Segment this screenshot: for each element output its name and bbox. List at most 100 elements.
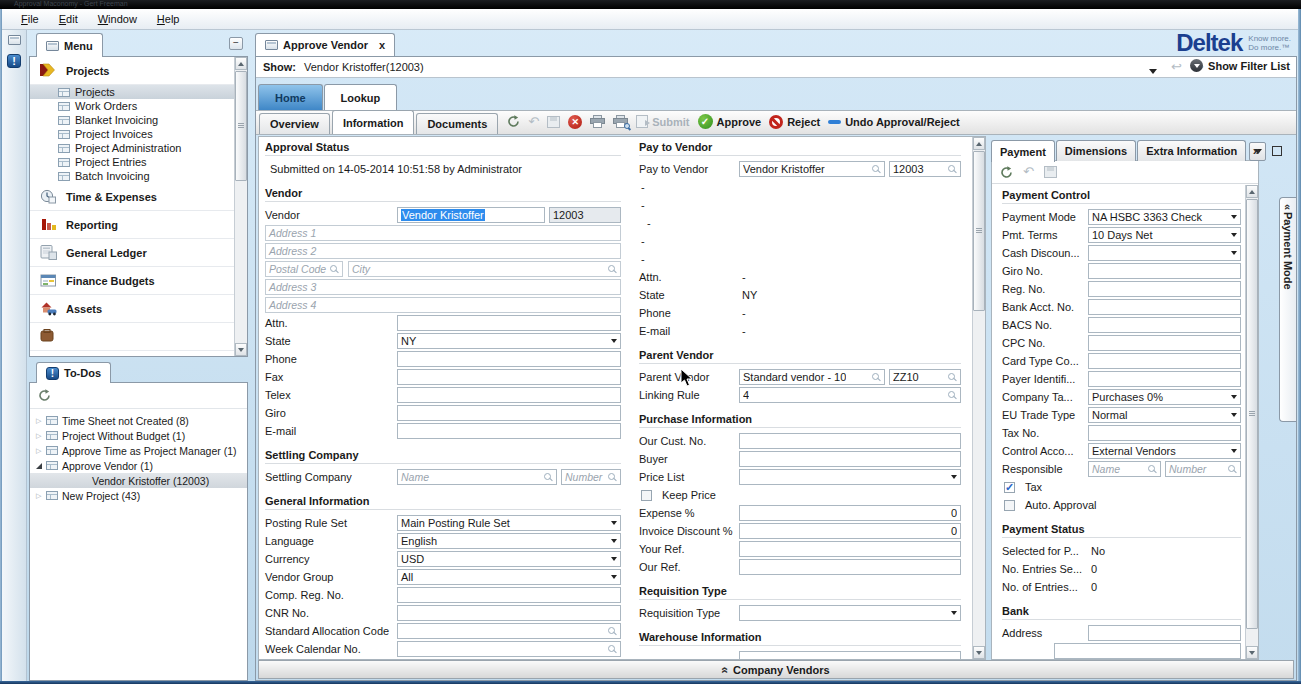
number-input[interactable]: 0	[739, 505, 961, 521]
text-input[interactable]	[397, 369, 621, 385]
panel-tab-payment[interactable]: Payment	[991, 140, 1055, 162]
text-input[interactable]	[397, 587, 621, 603]
sidebar-item-project-entries[interactable]: Project Entries	[30, 155, 234, 169]
text-input[interactable]	[397, 405, 621, 421]
dropdown-state[interactable]: NY	[397, 333, 621, 349]
sidebar-item-blanket-invoicing[interactable]: Blanket Invoicing	[30, 113, 234, 127]
scroll-down-icon[interactable]	[1246, 646, 1258, 659]
text-input[interactable]	[1088, 371, 1241, 387]
scroll-down-icon[interactable]	[235, 343, 247, 356]
text-input[interactable]	[397, 423, 621, 439]
checkbox-tax[interactable]	[1004, 482, 1015, 493]
sidebar-item-project-invoices[interactable]: Project Invoices	[30, 127, 234, 141]
panel-tab-extra-information[interactable]: Extra Information	[1137, 140, 1246, 161]
text-input[interactable]	[1088, 281, 1241, 297]
lookup-number-input[interactable]: Number	[561, 469, 621, 485]
sidebar-module-time-expenses[interactable]: Time & Expenses	[30, 183, 234, 211]
menu-edit[interactable]: Edit	[50, 11, 87, 27]
text-input[interactable]	[1088, 317, 1241, 333]
sidebar-collapse-button[interactable]: −	[229, 37, 243, 50]
submit-button[interactable]: Submit	[636, 115, 689, 128]
dropdown-currency[interactable]: USD	[397, 551, 621, 567]
text-input[interactable]	[1054, 643, 1241, 659]
dropdown-price-list[interactable]	[739, 469, 961, 485]
search-input[interactable]	[397, 641, 621, 657]
expand-arrow-icon[interactable]: ▷	[36, 432, 46, 440]
subtab-information[interactable]: Information	[332, 110, 415, 134]
text-input[interactable]	[739, 433, 961, 449]
notifications-icon[interactable]: !	[7, 54, 21, 68]
scroll-up-icon[interactable]	[1246, 185, 1258, 198]
text-input[interactable]	[397, 351, 621, 367]
sidebar-item-project-administration[interactable]: Project Administration	[30, 141, 234, 155]
dropdown-payment-mode[interactable]: NA HSBC 3363 Check	[1088, 209, 1241, 225]
maximize-panel-icon[interactable]	[1272, 146, 1282, 156]
show-dropdown-icon[interactable]	[1149, 64, 1157, 76]
lookup-name-input[interactable]: Name	[397, 469, 557, 485]
lookup-number-input[interactable]: Number	[1165, 461, 1241, 477]
undo-icon[interactable]: ↶	[528, 116, 539, 128]
approve-button[interactable]: ✓Approve	[698, 114, 762, 129]
text-input[interactable]	[397, 315, 621, 331]
menu-help[interactable]: Help	[148, 11, 189, 27]
refresh-icon[interactable]	[507, 115, 520, 128]
text-input[interactable]	[1088, 425, 1241, 441]
tab-lookup[interactable]: Lookup	[324, 84, 398, 110]
address-input[interactable]: Address 1	[265, 225, 621, 241]
todo-item[interactable]: ▷Time Sheet not Created (8)	[30, 413, 247, 428]
expand-panel-icon[interactable]: »	[1253, 143, 1260, 158]
subtab-documents[interactable]: Documents	[416, 113, 498, 134]
reject-button[interactable]: Reject	[769, 115, 820, 129]
text-input[interactable]	[1088, 625, 1241, 641]
save-icon[interactable]	[547, 116, 560, 128]
vendor-name-input[interactable]: Vendor Kristoffer	[397, 207, 545, 223]
text-input[interactable]	[739, 651, 961, 660]
search-input[interactable]	[397, 623, 621, 639]
text-input[interactable]	[397, 387, 621, 403]
text-input[interactable]	[739, 559, 961, 575]
company-vendors-bar[interactable]: « Company Vendors	[258, 660, 1294, 679]
undo-approval-button[interactable]: Undo Approval/Reject	[828, 116, 960, 128]
text-input[interactable]	[1088, 335, 1241, 351]
address-input[interactable]: Address 3	[265, 279, 621, 295]
close-tab-icon[interactable]: x	[379, 39, 385, 51]
expand-arrow-icon[interactable]: ▷	[36, 492, 46, 500]
lookup-number-input[interactable]: 12003	[889, 161, 961, 177]
text-input[interactable]	[1088, 353, 1241, 369]
dropdown-pmt-terms[interactable]: 10 Days Net	[1088, 227, 1241, 243]
address-input[interactable]: Address 4	[265, 297, 621, 313]
number-input[interactable]: 0	[739, 523, 961, 539]
sidebar-module-general-ledger[interactable]: General Ledger	[30, 239, 234, 267]
lookup-name-input[interactable]: Vendor Kristoffer	[739, 161, 885, 177]
show-filter-list-button[interactable]: Show Filter List	[1190, 59, 1290, 72]
panel-tab-dimensions[interactable]: Dimensions	[1056, 140, 1136, 161]
sidebar-item-batch-invoicing[interactable]: Batch Invoicing	[30, 169, 234, 183]
lookup-number-input[interactable]: ZZ10	[889, 369, 961, 385]
sidebar-module-more[interactable]	[30, 323, 234, 351]
dropdown-eu-trade-type[interactable]: Normal	[1088, 407, 1241, 423]
save-icon[interactable]	[1044, 166, 1057, 178]
text-input[interactable]	[1088, 299, 1241, 315]
text-input[interactable]	[739, 541, 961, 557]
sidebar-item-projects[interactable]: Projects	[30, 85, 234, 99]
menu-panel-tab[interactable]: Menu	[36, 33, 103, 57]
sidebar-module-assets[interactable]: Assets	[30, 295, 234, 323]
postal-code-input[interactable]: Postal Code	[265, 261, 343, 277]
payment-mode-side-tab[interactable]: « Payment Mode	[1279, 197, 1296, 422]
dropdown-control-acco-[interactable]: External Vendors	[1088, 443, 1241, 459]
sidebar-module-reporting[interactable]: Reporting	[30, 211, 234, 239]
subtab-overview[interactable]: Overview	[259, 113, 330, 134]
panel-scrollbar[interactable]	[1245, 185, 1258, 659]
form-scrollbar[interactable]	[972, 137, 985, 659]
expand-arrow-icon[interactable]: ▷	[36, 447, 46, 455]
print-preview-icon[interactable]	[613, 115, 628, 128]
menu-file[interactable]: File	[12, 11, 48, 27]
dropdown-cash-discoun-[interactable]	[1088, 245, 1241, 261]
undo-icon[interactable]: ↶	[1023, 166, 1034, 178]
dropdown-posting-rule-set[interactable]: Main Posting Rule Set	[397, 515, 621, 531]
sidebar-module-finance-budgets[interactable]: Finance Budgets	[30, 267, 234, 295]
todo-item[interactable]: Approve Vendor (1)	[30, 458, 247, 473]
todo-item[interactable]: ▷Approve Time as Project Manager (1)	[30, 443, 247, 458]
nav-back-icon[interactable]: ↩	[1171, 59, 1182, 74]
address-input[interactable]: Address 2	[265, 243, 621, 259]
